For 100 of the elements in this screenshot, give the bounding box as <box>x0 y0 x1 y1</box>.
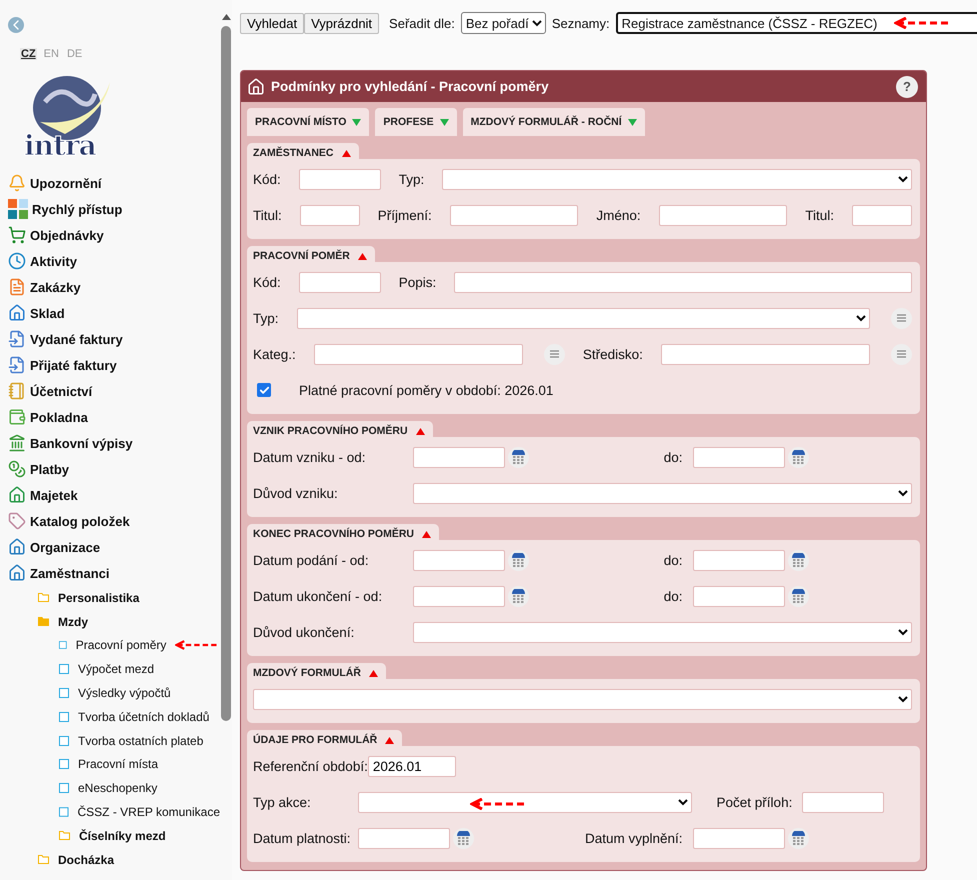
menu-item[interactable]: Tvorba ostatních plateb <box>59 728 220 753</box>
menu-item[interactable]: Výpočet mezd <box>59 657 220 682</box>
menu-item[interactable]: Vydané faktury <box>8 326 220 352</box>
field-label: Kód: <box>253 274 281 290</box>
date-field[interactable] <box>692 586 784 606</box>
scroll-up-icon[interactable] <box>222 14 230 20</box>
dropdown-field[interactable] <box>253 688 912 710</box>
field-label: Titul: <box>253 208 282 222</box>
text-field[interactable] <box>314 344 523 364</box>
text-field[interactable] <box>298 168 381 190</box>
text-field[interactable] <box>660 344 870 364</box>
menu-item[interactable]: Aktivity <box>8 248 220 274</box>
help-button[interactable]: ? <box>896 76 918 98</box>
lists-dropdown[interactable]: Registrace zaměstnance (ČSSZ - REGZEC) <box>616 12 977 34</box>
menu-item[interactable]: Organizace <box>8 534 220 560</box>
back-icon[interactable] <box>8 17 24 33</box>
text-field[interactable] <box>450 204 578 226</box>
menu-item[interactable]: Objednávky <box>8 222 220 248</box>
text-field[interactable] <box>300 204 360 226</box>
field-label: Datum podání - od: <box>253 552 370 568</box>
page-icon <box>59 783 69 794</box>
dropdown-field[interactable] <box>296 308 870 328</box>
text-field[interactable] <box>852 204 912 226</box>
bank-icon <box>8 434 26 452</box>
filter-tab[interactable]: PRACOVNÍ MÍSTO <box>247 108 370 136</box>
calendar-icon[interactable] <box>788 550 808 570</box>
section-title: ZAMĚSTNANEC <box>253 147 334 159</box>
menu-item[interactable]: Účetnictví <box>8 378 220 404</box>
menu-item[interactable]: eNeschopenky <box>59 776 220 800</box>
filter-tab[interactable]: MZDOVÝ FORMULÁŘ - ROČNÍ <box>462 108 645 136</box>
field-label: Důvod vzniku: <box>253 486 339 500</box>
text-field[interactable] <box>298 272 381 292</box>
dropdown-field[interactable] <box>442 168 912 190</box>
calendar-icon[interactable] <box>788 446 808 468</box>
folder-item[interactable]: Číselníky mezd <box>59 824 220 848</box>
calendar-icon[interactable] <box>508 446 529 468</box>
date-field[interactable] <box>692 446 784 468</box>
date-field[interactable] <box>413 586 505 606</box>
menu-item[interactable]: Zakázky <box>8 274 220 300</box>
checkbox[interactable] <box>257 383 271 397</box>
text-field[interactable]: 2026.01 <box>368 756 456 776</box>
menu-item[interactable]: Pracovní místa <box>59 752 220 776</box>
calendar-icon[interactable] <box>788 828 808 848</box>
folder-item[interactable]: Mzdy <box>38 610 220 634</box>
house-icon <box>8 486 26 504</box>
filter-tab[interactable]: PROFESE <box>375 108 457 136</box>
menu-item[interactable]: Tvorba účetních dokladů <box>59 704 220 729</box>
collapse-icon[interactable] <box>416 428 425 434</box>
dropdown-field[interactable] <box>413 482 912 504</box>
toolbar-button[interactable]: Vyprázdnit <box>304 12 380 34</box>
collapse-icon[interactable] <box>422 530 432 538</box>
menu-item[interactable]: Rychlý přístup <box>8 196 220 222</box>
sort-label: Seřadit dle: <box>389 16 455 30</box>
field-label: Jméno: <box>596 208 641 222</box>
menu-item[interactable]: Upozornění <box>8 170 220 196</box>
sort-dropdown[interactable]: Bez pořadí <box>460 12 546 34</box>
menu-item[interactable]: Pokladna <box>8 404 220 430</box>
list-icon[interactable] <box>891 308 912 328</box>
collapse-icon[interactable] <box>368 670 378 676</box>
text-field[interactable] <box>802 792 884 812</box>
menu-item[interactable]: Výsledky výpočtů <box>59 681 220 705</box>
folder-item[interactable]: Personalistika <box>38 586 220 610</box>
list-icon[interactable] <box>544 344 565 364</box>
date-field[interactable] <box>413 550 505 570</box>
field-label: Kód: <box>253 172 281 186</box>
text-field[interactable] <box>658 204 788 226</box>
menu-item[interactable]: Bankovní výpisy <box>8 430 220 456</box>
language-link[interactable]: CZ <box>20 48 37 60</box>
dropdown-field[interactable] <box>413 622 912 642</box>
collapse-icon[interactable] <box>385 736 394 744</box>
page-icon <box>59 712 69 722</box>
menu-item[interactable]: Přijaté faktury <box>8 352 220 378</box>
folder-item[interactable]: Docházka <box>38 848 220 872</box>
text-field[interactable] <box>454 272 912 292</box>
menu-item[interactable]: Sklad <box>8 300 220 326</box>
date-field[interactable] <box>692 550 784 570</box>
list-icon[interactable] <box>891 344 912 364</box>
date-field[interactable] <box>358 828 450 848</box>
field-label: Datum vyplnění: <box>584 830 684 846</box>
calendar-icon[interactable] <box>508 550 529 570</box>
menu-item[interactable]: ČSSZ - VREP komunikace <box>59 800 220 824</box>
collapse-icon[interactable] <box>342 150 350 156</box>
date-field[interactable] <box>692 828 784 848</box>
menu-item[interactable]: Pracovní poměry <box>59 634 220 658</box>
calendar-icon[interactable] <box>788 586 808 606</box>
dropdown-field[interactable] <box>358 792 692 812</box>
menu-item[interactable]: Majetek <box>8 482 220 508</box>
wallet-icon <box>8 408 26 426</box>
collapse-icon[interactable] <box>358 252 367 260</box>
calendar-icon[interactable] <box>453 828 474 848</box>
menu-item[interactable]: Zaměstnanci <box>8 560 220 586</box>
tag-icon <box>8 512 26 530</box>
toolbar-button[interactable]: Vyhledat <box>240 12 304 34</box>
scrollbar-thumb[interactable] <box>221 26 231 721</box>
menu-item[interactable]: Katalog položek <box>8 508 220 534</box>
menu-item[interactable]: Platby <box>8 456 220 482</box>
calendar-icon[interactable] <box>508 586 529 606</box>
date-field[interactable] <box>413 446 505 468</box>
document-icon <box>8 356 26 374</box>
field-label: do: <box>662 588 684 604</box>
